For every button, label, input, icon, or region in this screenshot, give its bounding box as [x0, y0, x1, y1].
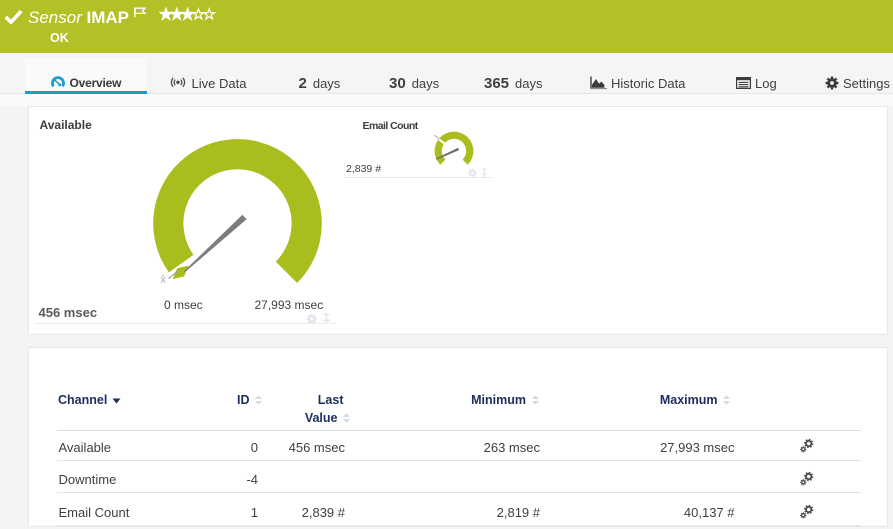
svg-text:x̄: x̄ [161, 274, 167, 286]
